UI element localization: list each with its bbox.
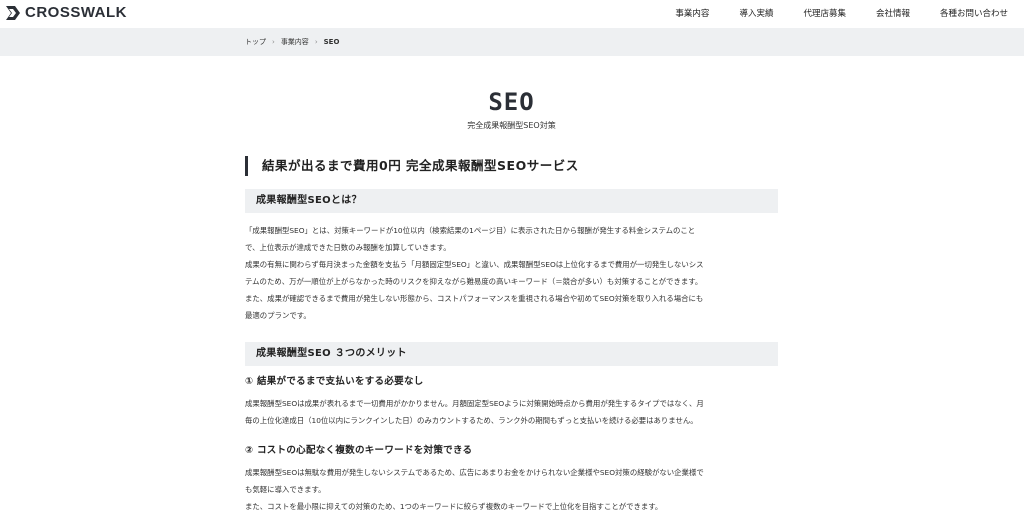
about-line: 「成果報酬型SEO」とは、対策キーワードが10位以内（検索結果の1ページ目）に表… <box>245 226 696 235</box>
about-line: テムのため、万が一順位が上がらなかった時のリスクを抑えながら難易度の高いキーワー… <box>245 277 703 286</box>
breadcrumb-separator: › <box>314 38 318 46</box>
breadcrumb-band: トップ › 事業内容 › SEO <box>0 28 1024 56</box>
global-nav: 事業内容 導入実績 代理店募集 会社情報 各種お問い合わせ <box>645 0 1008 28</box>
page-subtitle: 完全成果報酬型SEO対策 <box>467 121 556 130</box>
about-line: また、成果が確認できるまで費用が発生しない形態から、コストパフォーマンスを重視さ… <box>245 294 704 303</box>
site-header: CROSSWALK 事業内容 導入実績 代理店募集 会社情報 各種お問い合わせ <box>0 0 1024 28</box>
merit-1-title: ① 結果がでるまで支払いをする必要なし <box>245 376 424 387</box>
merit-line: 毎の上位化達成日（10位以内にランクインした日）のみカウントするため、ランク外の… <box>245 416 698 425</box>
crosswalk-logo-icon <box>6 6 20 20</box>
about-line: 最適のプランです。 <box>245 311 311 320</box>
merits-heading: 成果報酬型SEO ３つのメリット <box>245 342 778 366</box>
section-heading: 結果が出るまで費用0円 完全成果報酬型SEOサービス <box>245 156 778 176</box>
merit-line: も気軽に導入できます。 <box>245 485 326 494</box>
merit-2-title: ② コストの心配なく複数のキーワードを対策できる <box>245 445 473 456</box>
nav-agency[interactable]: 代理店募集 <box>803 0 846 28</box>
about-text: 「成果報酬型SEO」とは、対策キーワードが10位以内（検索結果の1ページ目）に表… <box>245 222 785 324</box>
breadcrumb-current: SEO <box>323 38 340 46</box>
logo-text: CROSSWALK <box>25 4 127 21</box>
merit-2-text: 成果報酬型SEOは無駄な費用が発生しないシステムであるため、広告にあまりお金をか… <box>245 464 785 515</box>
about-line: で、上位表示が達成できた日数のみ報酬を加算していきます。 <box>245 243 451 252</box>
merit-1-text: 成果報酬型SEOは成果が表れるまで一切費用がかかりません。月額固定型SEOように… <box>245 395 785 429</box>
page-title: SEO <box>488 88 535 116</box>
nav-contact[interactable]: 各種お問い合わせ <box>940 0 1008 28</box>
about-line: 成果の有無に関わらず毎月決まった金額を支払う「月額固定型SEO」と違い、成果報酬… <box>245 260 704 269</box>
nav-cases[interactable]: 導入実績 <box>739 0 773 28</box>
merit-line: また、コストを最小限に抑えての対策のため、1つのキーワードに絞らず複数のキーワー… <box>245 502 663 511</box>
merit-line: 成果報酬型SEOは無駄な費用が発生しないシステムであるため、広告にあまりお金をか… <box>245 468 704 477</box>
nav-business[interactable]: 事業内容 <box>675 0 709 28</box>
breadcrumb-business[interactable]: 事業内容 <box>281 37 309 47</box>
nav-company[interactable]: 会社情報 <box>876 0 910 28</box>
merit-line: 成果報酬型SEOは成果が表れるまで一切費用がかかりません。月額固定型SEOように… <box>245 399 704 408</box>
breadcrumb-separator: › <box>272 38 275 46</box>
site-logo[interactable]: CROSSWALK <box>4 4 127 22</box>
about-heading: 成果報酬型SEOとは？ <box>245 189 778 213</box>
breadcrumb-top[interactable]: トップ <box>245 37 266 47</box>
breadcrumb: トップ › 事業内容 › SEO <box>245 28 339 56</box>
